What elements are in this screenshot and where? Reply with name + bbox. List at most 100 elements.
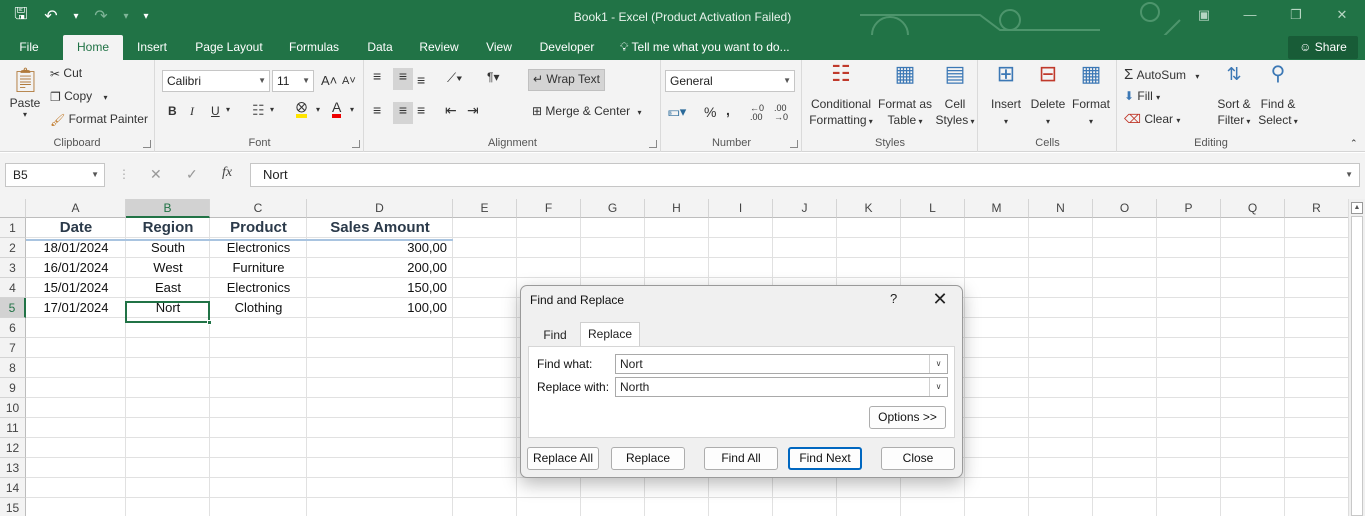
font-name-combo[interactable]: Calibri ▼ (162, 70, 270, 92)
tab-formulas[interactable]: Formulas (284, 35, 344, 60)
fill-color-icon[interactable]: ⭙ (296, 100, 308, 118)
column-header-o[interactable]: O (1093, 199, 1157, 218)
row-header-12[interactable]: 12 (0, 438, 26, 458)
fill-color-dropdown-icon[interactable]: ▾ (316, 105, 320, 114)
column-header-p[interactable]: P (1157, 199, 1221, 218)
increase-indent-icon[interactable]: ⇥ (467, 102, 479, 119)
column-header-j[interactable]: J (773, 199, 837, 218)
tab-find[interactable]: Find (533, 324, 577, 346)
row-header-4[interactable]: 4 (0, 278, 26, 298)
column-header-c[interactable]: C (210, 199, 307, 218)
wrap-text-button[interactable]: ↵ Wrap Text (528, 69, 605, 91)
font-color-dropdown-icon[interactable]: ▾ (350, 105, 354, 114)
help-icon[interactable]: ? (890, 291, 897, 306)
replace-with-input[interactable]: North ∨ (615, 377, 948, 397)
header-cell-a1[interactable]: Date (26, 218, 126, 238)
close-window-icon[interactable]: ✕ (1319, 0, 1365, 32)
cell-c3[interactable]: Furniture (210, 258, 307, 278)
align-center-icon[interactable]: ≡ (393, 102, 413, 124)
increase-decimal-icon[interactable]: ←0.00 (750, 104, 764, 122)
decrease-indent-icon[interactable]: ⇤ (445, 102, 457, 119)
middle-align-icon[interactable]: ≡ (393, 68, 413, 90)
clear-button[interactable]: ⌫ Clear ▾ (1124, 112, 1180, 126)
header-cell-d1[interactable]: Sales Amount (307, 218, 453, 238)
row-header-3[interactable]: 3 (0, 258, 26, 278)
vertical-scrollbar[interactable]: ▲ (1348, 199, 1365, 516)
find-next-button[interactable]: Find Next (788, 447, 862, 470)
chevron-down-icon[interactable]: ∨ (929, 355, 947, 373)
cell-b4[interactable]: East (126, 278, 210, 298)
tab-review[interactable]: Review (414, 35, 464, 60)
column-header-i[interactable]: I (709, 199, 773, 218)
borders-dropdown-icon[interactable]: ▾ (270, 105, 274, 114)
align-left-icon[interactable]: ≡ (373, 102, 381, 118)
insert-function-icon[interactable]: fx (222, 165, 232, 181)
tab-page-layout[interactable]: Page Layout (190, 35, 268, 60)
borders-icon[interactable]: ☷ (252, 102, 265, 119)
cancel-entry-icon[interactable]: ✕ (150, 166, 162, 183)
format-painter-button[interactable]: 🖌︎ Format Painter (50, 112, 148, 127)
formula-input[interactable]: Nort ▼ (250, 163, 1360, 187)
tab-replace[interactable]: Replace (580, 322, 640, 347)
format-as-table-button[interactable]: ▦ Format as Table ▾ (877, 63, 933, 130)
merge-center-button[interactable]: ⊞ Merge & Center ▾ (532, 104, 641, 118)
name-box[interactable]: B5 ▼ (5, 163, 105, 187)
number-format-combo[interactable]: General ▼ (665, 70, 795, 92)
column-header-q[interactable]: Q (1221, 199, 1285, 218)
row-header-8[interactable]: 8 (0, 358, 26, 378)
row-header-9[interactable]: 9 (0, 378, 26, 398)
column-header-f[interactable]: F (517, 199, 581, 218)
cell-a3[interactable]: 16/01/2024 (26, 258, 126, 278)
column-header-e[interactable]: E (453, 199, 517, 218)
insert-cells-button[interactable]: ⊞ Insert ▾ (985, 63, 1027, 130)
cell-d5[interactable]: 100,00 (307, 298, 453, 318)
font-launcher-icon[interactable] (352, 140, 360, 148)
replace-button[interactable]: Replace (611, 447, 685, 470)
column-header-a[interactable]: A (26, 199, 126, 218)
bold-icon[interactable]: B (168, 104, 177, 118)
row-header-6[interactable]: 6 (0, 318, 26, 338)
italic-icon[interactable]: I (190, 104, 194, 119)
font-color-icon[interactable]: A (332, 100, 342, 118)
tab-file[interactable]: File (10, 35, 48, 60)
percent-icon[interactable]: % (704, 104, 716, 120)
find-what-input[interactable]: Nort ∨ (615, 354, 948, 374)
paste-button[interactable]: 📋︎ Paste ▾ (8, 66, 42, 119)
cell-styles-button[interactable]: ▤ Cell Styles ▾ (933, 63, 977, 130)
cell-d3[interactable]: 200,00 (307, 258, 453, 278)
chevron-down-icon[interactable]: ∨ (929, 378, 947, 396)
copy-button[interactable]: ❐ Copy ▾ (50, 89, 107, 104)
orientation-icon[interactable]: ⟋▾ (447, 70, 462, 86)
tell-me-box[interactable]: 💡︎ Tell me what you want to do... (620, 35, 810, 60)
cell-b3[interactable]: West (126, 258, 210, 278)
cell-a2[interactable]: 18/01/2024 (26, 238, 126, 258)
column-header-h[interactable]: H (645, 199, 709, 218)
row-header-14[interactable]: 14 (0, 478, 26, 498)
column-header-b[interactable]: B (126, 199, 210, 218)
share-button[interactable]: ☺ Share (1288, 36, 1358, 59)
bottom-align-icon[interactable]: ≡ (417, 72, 425, 88)
replace-all-button[interactable]: Replace All (527, 447, 599, 470)
row-header-2[interactable]: 2 (0, 238, 26, 258)
close-icon[interactable]: ✕ (929, 288, 951, 310)
decrease-font-icon[interactable]: A˅ (342, 75, 356, 87)
scroll-thumb[interactable] (1351, 216, 1363, 516)
underline-dropdown-icon[interactable]: ▾ (226, 105, 230, 114)
confirm-entry-icon[interactable]: ✓ (186, 166, 198, 183)
tab-developer[interactable]: Developer (534, 35, 600, 60)
top-align-icon[interactable]: ≡ (373, 68, 381, 84)
column-header-m[interactable]: M (965, 199, 1029, 218)
scroll-up-icon[interactable]: ▲ (1351, 202, 1363, 214)
tab-home[interactable]: Home (63, 35, 123, 60)
cell-d2[interactable]: 300,00 (307, 238, 453, 258)
row-header-1[interactable]: 1 (0, 218, 26, 238)
cell-d4[interactable]: 150,00 (307, 278, 453, 298)
decrease-decimal-icon[interactable]: .00 →0 (774, 104, 788, 122)
find-select-button[interactable]: ⚲ Find & Select ▾ (1256, 64, 1300, 130)
header-cell-b1[interactable]: Region (126, 218, 210, 238)
format-cells-button[interactable]: ▦ Format ▾ (1069, 63, 1113, 130)
cell-a4[interactable]: 15/01/2024 (26, 278, 126, 298)
tab-insert[interactable]: Insert (130, 35, 174, 60)
header-cell-c1[interactable]: Product (210, 218, 307, 238)
underline-icon[interactable]: U (211, 104, 220, 118)
